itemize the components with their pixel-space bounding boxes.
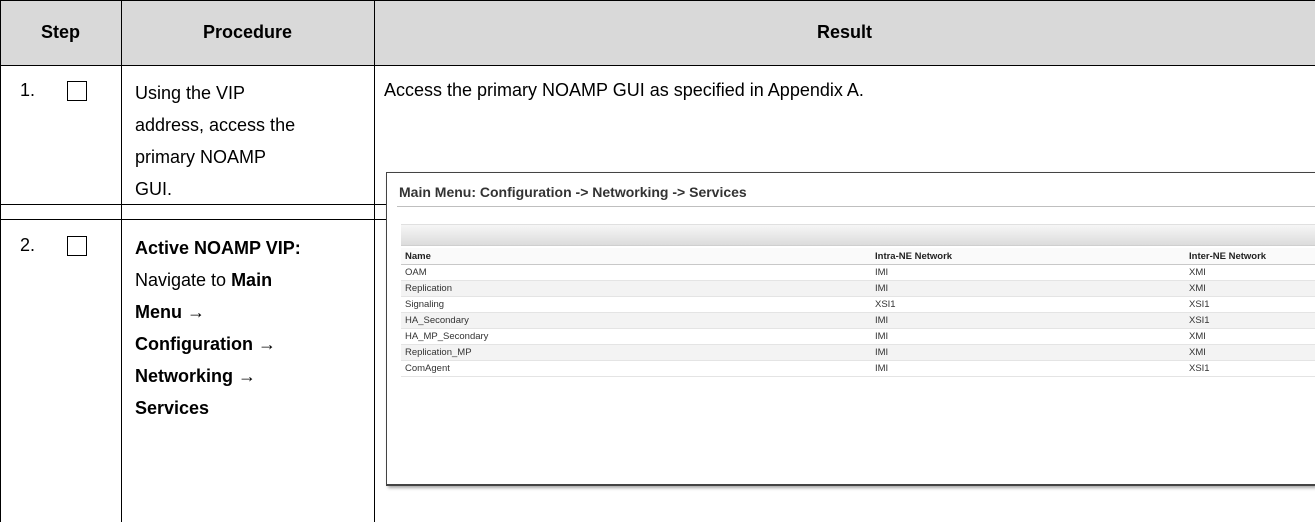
procedure-line: address, access the [135, 115, 296, 135]
service-name: HA_Secondary [401, 312, 871, 329]
procedure-line: Networking → [135, 360, 370, 392]
grid-line [0, 65, 1315, 66]
inter-ne-network: XMI [1185, 328, 1315, 345]
service-name: ComAgent [401, 360, 871, 377]
service-name: Replication_MP [401, 344, 871, 361]
step-number: 1. [20, 80, 36, 100]
procedure-line: Configuration → [135, 328, 370, 360]
grid-line [0, 0, 1, 522]
column-header-intra[interactable]: Intra-NE Network [871, 248, 1185, 265]
procedure-text: Using the VIP address, access the primar… [135, 77, 370, 205]
procedure-normal: Navigate to [135, 270, 232, 290]
service-name: Replication [401, 280, 871, 297]
service-name: OAM [401, 264, 871, 281]
service-name: Signaling [401, 296, 871, 313]
procedure-line: primary NOAMP [135, 147, 267, 167]
step-number: 2. [20, 235, 36, 255]
intra-ne-network: IMI [871, 280, 1185, 297]
step-checkbox[interactable] [67, 81, 87, 101]
procedure-line: Services [135, 392, 370, 424]
title-divider [397, 206, 1315, 207]
grid-line [121, 0, 122, 522]
procedure-line: GUI. [135, 179, 173, 199]
intra-ne-network: IMI [871, 312, 1185, 329]
inter-ne-network: XMI [1185, 280, 1315, 297]
procedure-line: Active NOAMP VIP: [135, 232, 370, 264]
procedure-text: Active NOAMP VIP: Navigate to Main Menu … [135, 232, 370, 424]
intra-ne-network: IMI [871, 328, 1185, 345]
column-header-name[interactable]: Name [401, 248, 871, 265]
procedure-bold: Configuration → [135, 334, 276, 354]
procedure-bold: Menu → [135, 302, 205, 322]
screenshot-title: Main Menu: Configuration -> Networking -… [399, 184, 747, 200]
intra-ne-network: IMI [871, 264, 1185, 281]
procedure-bold: Active NOAMP VIP: [135, 238, 301, 258]
inter-ne-network: XSI1 [1185, 360, 1315, 377]
services-table: Name Intra-NE Network Inter-NE Network O… [401, 248, 1315, 377]
procedure-line: Menu → [135, 296, 370, 328]
table-row[interactable]: HA_MP_Secondary IMI XMI [401, 328, 1315, 345]
table-row[interactable]: OAM IMI XMI [401, 264, 1315, 281]
column-header-inter[interactable]: Inter-NE Network [1185, 248, 1315, 265]
table-row[interactable]: ComAgent IMI XSI1 [401, 360, 1315, 377]
grid-line [374, 0, 375, 522]
inter-ne-network: XMI [1185, 344, 1315, 361]
procedure-bold: Networking → [135, 366, 257, 386]
table-row[interactable]: Replication IMI XMI [401, 280, 1315, 297]
header-result: Result [816, 22, 872, 42]
intra-ne-network: XSI1 [871, 296, 1185, 313]
inter-ne-network: XSI1 [1185, 296, 1315, 313]
result-text: Access the primary NOAMP GUI as specifie… [384, 80, 864, 100]
procedure-bold: Main [231, 270, 273, 290]
table-row[interactable]: HA_Secondary IMI XSI1 [401, 312, 1315, 329]
procedure-table: Step Procedure Result 1. Using the VIP a… [0, 0, 1315, 522]
procedure-line: Navigate to Main [135, 264, 370, 296]
service-name: HA_MP_Secondary [401, 328, 871, 345]
inter-ne-network: XSI1 [1185, 312, 1315, 329]
intra-ne-network: IMI [871, 360, 1185, 377]
table-row[interactable]: Replication_MP IMI XMI [401, 344, 1315, 361]
inter-ne-network: XMI [1185, 264, 1315, 281]
toolbar-bar [401, 224, 1315, 246]
procedure-line: Using the VIP [135, 83, 246, 103]
step-checkbox[interactable] [67, 236, 87, 256]
table-row[interactable]: Signaling XSI1 XSI1 [401, 296, 1315, 313]
services-screenshot: Main Menu: Configuration -> Networking -… [386, 172, 1315, 486]
header-step: Step [40, 22, 80, 42]
intra-ne-network: IMI [871, 344, 1185, 361]
procedure-bold: Services [135, 398, 210, 418]
header-procedure: Procedure [202, 22, 293, 42]
services-header-row: Name Intra-NE Network Inter-NE Network [401, 248, 1315, 265]
